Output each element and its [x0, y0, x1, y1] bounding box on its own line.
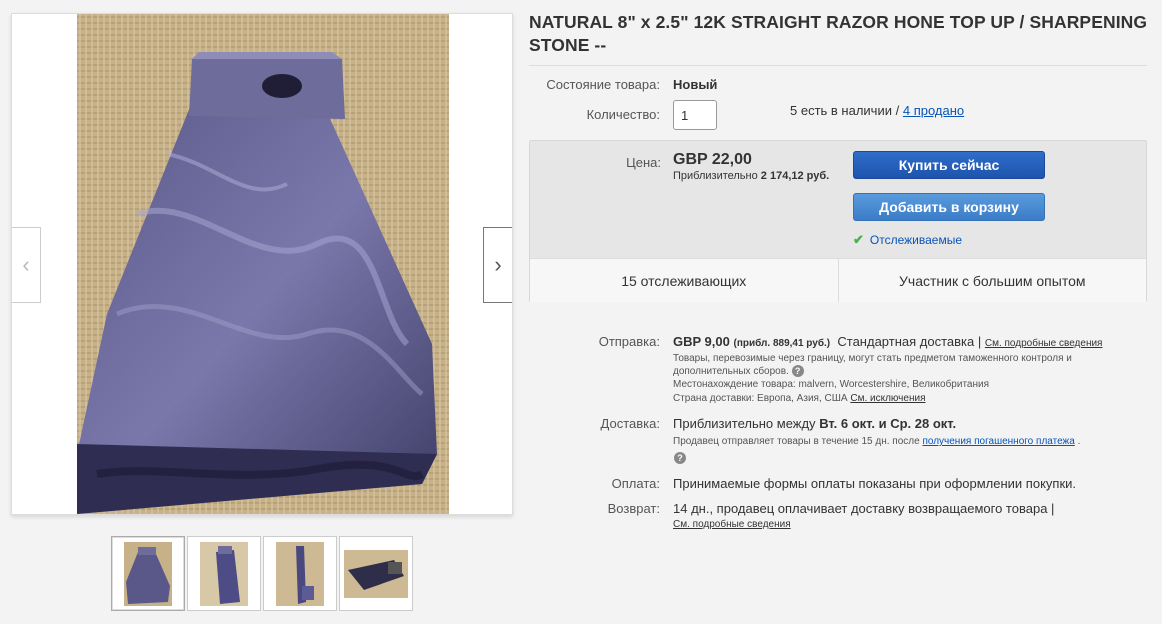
thumbnail-strip [111, 536, 413, 611]
ship-to: Страна доставки: Европа, Азия, США См. и… [673, 392, 925, 405]
handling-end: . [1077, 436, 1081, 447]
shipping-price: GBP 9,00 [673, 334, 730, 349]
location-label: Местонахождение товара: [673, 379, 796, 390]
buy-box: Цена: GBP 22,00 Приблизительно 2 174,12 … [529, 140, 1147, 302]
sold-count-link[interactable]: 4 продано [903, 103, 964, 118]
payments-value: Принимаемые формы оплаты показаны при оф… [673, 476, 1077, 491]
thumbnail-3[interactable] [263, 536, 337, 611]
title-divider [529, 65, 1147, 66]
quantity-input[interactable] [673, 100, 717, 130]
returns-label: Возврат: [607, 501, 660, 516]
availability: 5 есть в наличии / 4 продано [790, 103, 964, 118]
delivery-label: Доставка: [600, 416, 660, 431]
chevron-left-icon[interactable]: ‹ [12, 227, 41, 303]
cleared-payment-link[interactable]: получения погашенного платежа [922, 436, 1074, 447]
shipping-label: Отправка: [598, 334, 660, 349]
payments-label: Оплата: [611, 476, 660, 491]
approx-prefix: Приблизительно [673, 170, 758, 182]
price-label: Цена: [626, 155, 661, 170]
condition-value: Новый [673, 77, 718, 92]
main-product-photo[interactable] [77, 14, 449, 514]
returns-details-link[interactable]: См. подробные сведения [673, 519, 791, 530]
approx-value: 2 174,12 руб. [760, 170, 830, 182]
quantity-label: Количество: [586, 107, 660, 122]
thumbnail-4[interactable] [339, 536, 413, 611]
seller-badge: Участник с большим опытом [837, 259, 1147, 302]
question-icon[interactable]: ? [791, 365, 804, 378]
location-value: malvern, Worcestershire, Великобритания [798, 379, 990, 390]
shipping-line: GBP 9,00 (прибл. 889,41 руб.) Стандартна… [673, 334, 1102, 349]
delivery-prefix: Приблизительно между [673, 416, 816, 431]
handling-text: Продавец отправляет товары в течение 15 … [673, 436, 920, 447]
thumbnail-1[interactable] [111, 536, 185, 611]
countries-value: Европа, Азия, США [757, 393, 848, 404]
countries-label: Страна доставки: [673, 393, 755, 404]
watchers-count: 15 отслеживающих [621, 272, 747, 289]
available-count: 5 есть в наличии [790, 103, 892, 118]
checkmark-icon: ✔ [853, 232, 864, 247]
shipping-separator: | [977, 334, 982, 349]
delivery-range: Вт. 6 окт. и Ср. 28 окт. [819, 416, 957, 431]
question-icon[interactable]: ? [674, 452, 686, 465]
item-location: Местонахождение товара: malvern, Worcest… [673, 378, 989, 391]
returns-value: 14 дн., продавец оплачивает доставку воз… [673, 501, 1055, 516]
customs-note-text: Товары, перевозимые через границу, могут… [673, 353, 1072, 377]
availability-separator: / [895, 103, 900, 118]
item-price: GBP 22,00 [673, 151, 752, 168]
watch-label[interactable]: Отслеживаемые [870, 233, 962, 247]
buybox-stats: 15 отслеживающих Участник с большим опыт… [530, 258, 1146, 302]
image-gallery: ‹ › [11, 13, 513, 515]
item-title: NATURAL 8" x 2.5" 12K STRAIGHT RAZOR HON… [529, 12, 1148, 55]
buy-now-button[interactable]: Купить сейчас [853, 151, 1045, 179]
watch-link[interactable]: ✔ Отслеживаемые [853, 232, 962, 248]
shipping-approx: (прибл. 889,41 руб.) [733, 338, 831, 349]
handling-note: Продавец отправляет товары в течение 15 … [673, 435, 1080, 448]
returns-details: См. подробные сведения [673, 518, 791, 531]
delivery-help: ? [674, 452, 686, 465]
condition-label: Состояние товара: [546, 77, 660, 92]
shipping-details-link[interactable]: См. подробные сведения [985, 338, 1103, 349]
shipping-service: Стандартная доставка [837, 334, 975, 349]
add-to-cart-button[interactable]: Добавить в корзину [853, 193, 1045, 221]
chevron-right-icon[interactable]: › [483, 227, 512, 303]
exclusions-link[interactable]: См. исключения [850, 393, 925, 404]
approx-price: Приблизительно 2 174,12 руб. [673, 170, 829, 182]
delivery-estimate: Приблизительно между Вт. 6 окт. и Ср. 28… [673, 416, 956, 431]
customs-note: Товары, перевозимые через границу, могут… [673, 352, 1083, 378]
thumbnail-2[interactable] [187, 536, 261, 611]
